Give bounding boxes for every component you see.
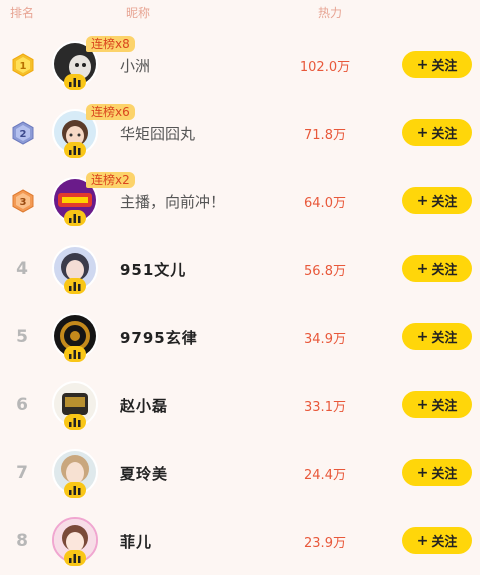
ranking-row[interactable]: 7 夏玲美 24.4万 + 关注 (0, 439, 480, 507)
follow-button[interactable]: + 关注 (402, 187, 472, 214)
nickname[interactable]: 赵小磊 (120, 395, 168, 416)
ranking-row[interactable]: 8 菲儿 23.9万 + 关注 (0, 507, 480, 575)
list-header: 排名 昵称 热力 (0, 0, 480, 24)
heat-value: 24.4万 (304, 468, 346, 483)
avatar[interactable] (52, 381, 98, 430)
live-bars-icon (69, 554, 81, 563)
follow-label: 关注 (431, 535, 458, 550)
heat-value: 64.0万 (304, 196, 346, 211)
live-indicator (64, 346, 86, 362)
ranking-row[interactable]: 4 951文儿 56.8万 + 关注 (0, 235, 480, 303)
live-bars-icon (69, 418, 81, 427)
follow-label: 关注 (431, 127, 458, 142)
avatar[interactable] (52, 449, 98, 498)
follow-label: 关注 (431, 331, 458, 346)
nickname[interactable]: 951文儿 (120, 259, 186, 280)
ranking-row[interactable]: 3 连榜x2 主播，向前冲！ 64.0万 + 关注 (0, 167, 480, 235)
live-indicator (64, 210, 86, 226)
live-indicator (64, 414, 86, 430)
header-nickname: 昵称 (126, 6, 151, 20)
follow-button[interactable]: + 关注 (402, 527, 472, 554)
rank-number: 6 (16, 395, 28, 415)
nickname[interactable]: 9795玄律 (120, 327, 198, 348)
live-indicator (64, 550, 86, 566)
bronze-rank-badge-icon: 3 (12, 189, 34, 213)
live-bars-icon (69, 78, 81, 87)
follow-button[interactable]: + 关注 (402, 391, 472, 418)
follow-button[interactable]: + 关注 (402, 459, 472, 486)
avatar[interactable] (52, 313, 98, 362)
heat-value: 56.8万 (304, 264, 346, 279)
heat-value: 71.8万 (304, 128, 346, 143)
svg-text:1: 1 (20, 61, 27, 72)
ranking-row[interactable]: 2 连榜x6 华矩囧囧丸 71.8万 + 关注 (0, 99, 480, 167)
live-bars-icon (69, 486, 81, 495)
silver-rank-badge-icon: 2 (12, 121, 34, 145)
plus-icon: + (416, 328, 429, 345)
live-indicator (64, 482, 86, 498)
follow-button[interactable]: + 关注 (402, 323, 472, 350)
ranking-row[interactable]: 6 赵小磊 33.1万 + 关注 (0, 371, 480, 439)
plus-icon: + (416, 260, 429, 277)
heat-value: 34.9万 (304, 332, 346, 347)
follow-label: 关注 (431, 467, 458, 482)
avatar[interactable] (52, 245, 98, 294)
gold-rank-badge-icon: 1 (12, 53, 34, 77)
svg-text:2: 2 (20, 129, 27, 140)
rank-number: 4 (16, 259, 28, 279)
streak-badge: 连榜x6 (86, 104, 135, 120)
live-indicator (64, 74, 86, 90)
follow-label: 关注 (431, 59, 458, 74)
live-bars-icon (69, 282, 81, 291)
plus-icon: + (416, 396, 429, 413)
plus-icon: + (416, 532, 429, 549)
rank-number: 5 (16, 327, 28, 347)
live-indicator (64, 142, 86, 158)
live-indicator (64, 278, 86, 294)
nickname[interactable]: 主播，向前冲！ (120, 191, 225, 212)
live-bars-icon (69, 350, 81, 359)
follow-button[interactable]: + 关注 (402, 51, 472, 78)
heat-value: 102.0万 (299, 60, 351, 75)
streak-badge: 连榜x2 (86, 172, 135, 188)
nickname[interactable]: 夏玲美 (120, 463, 168, 484)
heat-value: 33.1万 (304, 400, 346, 415)
follow-button[interactable]: + 关注 (402, 119, 472, 146)
header-rank: 排名 (10, 6, 35, 20)
ranking-row[interactable]: 5 9795玄律 34.9万 + 关注 (0, 303, 480, 371)
streak-badge: 连榜x8 (86, 36, 135, 52)
follow-button[interactable]: + 关注 (402, 255, 472, 282)
rank-number: 7 (16, 463, 28, 483)
follow-label: 关注 (431, 195, 458, 210)
header-heat: 热力 (318, 6, 343, 20)
avatar[interactable] (52, 517, 98, 566)
heat-value: 23.9万 (304, 536, 346, 551)
plus-icon: + (416, 464, 429, 481)
ranking-row[interactable]: 1 连榜x8 小洲 102.0万 + 关注 (0, 31, 480, 99)
nickname[interactable]: 华矩囧囧丸 (120, 123, 195, 144)
nickname[interactable]: 小洲 (120, 55, 150, 76)
rank-number: 8 (16, 531, 28, 551)
live-bars-icon (69, 146, 81, 155)
plus-icon: + (416, 124, 429, 141)
follow-label: 关注 (431, 399, 458, 414)
svg-text:3: 3 (20, 197, 27, 208)
nickname[interactable]: 菲儿 (120, 531, 152, 552)
follow-label: 关注 (431, 263, 458, 278)
plus-icon: + (416, 56, 429, 73)
live-bars-icon (69, 214, 81, 223)
plus-icon: + (416, 192, 429, 209)
